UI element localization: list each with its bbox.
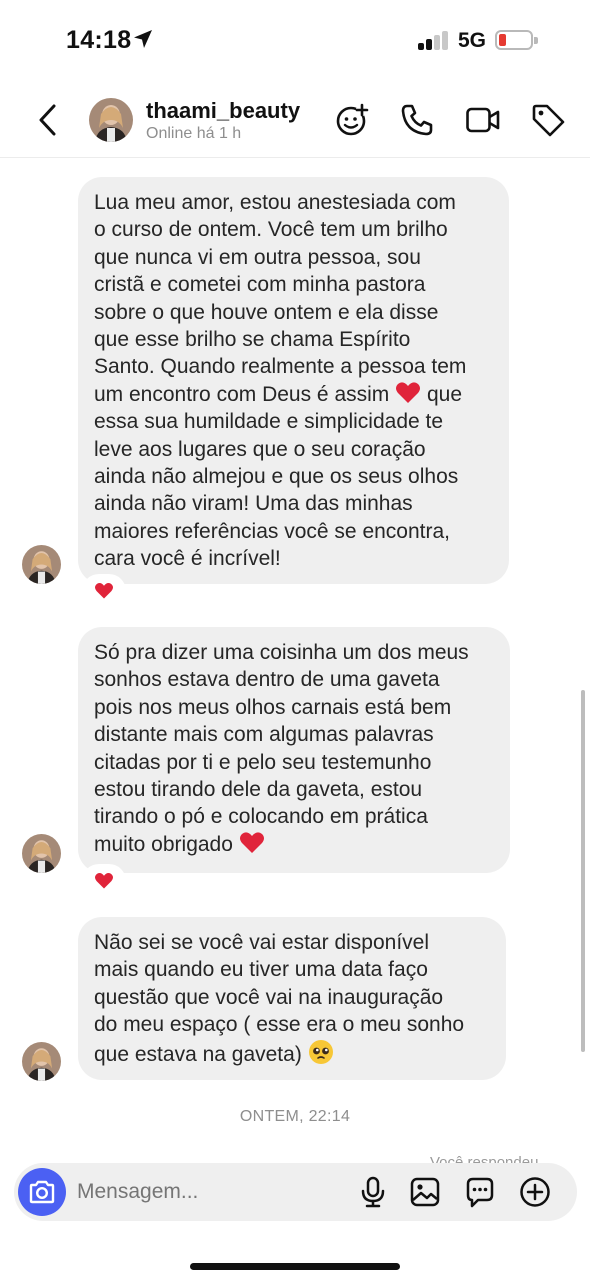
- message-line: Não sei se você vai estar disponível: [94, 931, 430, 954]
- heart-icon: [95, 583, 113, 599]
- camera-icon: [29, 1180, 55, 1204]
- message-line: Santo. Quando realmente a pessoa tem: [94, 355, 467, 379]
- message-line: Lua meu amor, estou anestesiada com: [94, 191, 456, 214]
- avatar[interactable]: [22, 1042, 61, 1081]
- message-input[interactable]: [77, 1180, 297, 1204]
- message-line: o curso de ontem. Você tem um brilho: [94, 218, 448, 242]
- sparkle-face-icon[interactable]: [334, 102, 370, 138]
- status-time: 14:18: [66, 26, 132, 54]
- message-line: sobre o que houve ontem e ela disse: [94, 300, 439, 324]
- presence-status: Online há 1 h: [146, 125, 242, 142]
- message-line: citadas por ti e pelo seu testemunho: [94, 750, 432, 774]
- message-line: mais quando eu tiver uma data faço: [94, 958, 428, 982]
- video-camera-icon[interactable]: [465, 102, 501, 138]
- network-label: 5G: [458, 29, 487, 52]
- battery-icon: [495, 30, 538, 50]
- message-line: ainda não viram! Uma das minhas: [94, 492, 413, 516]
- message-line: tirando o pó e colocando em prática: [94, 805, 428, 829]
- message-line-text: um encontro com Deus é assim: [94, 382, 390, 406]
- message-bubble[interactable]: Só pra dizer uma coisinha um dos meus so…: [78, 627, 510, 873]
- location-arrow-icon: [134, 30, 152, 48]
- message-line-text: que estava na gaveta): [94, 1042, 302, 1066]
- message-line: que estava na gaveta): [94, 1039, 490, 1068]
- message-line: muito obrigado: [94, 831, 494, 858]
- heart-icon: [95, 873, 113, 889]
- image-icon[interactable]: [409, 1176, 441, 1208]
- message-line: sonhos estava dentro de uma gaveta: [94, 668, 440, 692]
- message-line: Só pra dizer uma coisinha um dos meus: [94, 641, 469, 664]
- message-bubble[interactable]: Lua meu amor, estou anestesiada com o cu…: [78, 177, 509, 584]
- reaction-heart[interactable]: [84, 576, 124, 606]
- camera-button[interactable]: [18, 1168, 66, 1216]
- chevron-left-icon[interactable]: [34, 102, 64, 138]
- message-line-text: muito obrigado: [94, 832, 233, 856]
- heart-emoji-icon: [239, 832, 264, 853]
- microphone-icon[interactable]: [357, 1176, 389, 1208]
- message-line: essa sua humildade e simplicidade te: [94, 410, 444, 434]
- message-line: cara você é incrível!: [94, 547, 281, 571]
- message-line: um encontro com Deus é assim que: [94, 381, 493, 408]
- message-line-tail: que: [426, 382, 463, 406]
- message-line: leve aos lugares que o seu coração: [94, 437, 426, 461]
- message-line: que esse brilho se chama Espírito: [94, 328, 411, 352]
- message-line: que nunca vi em outra pessoa, sou: [94, 245, 421, 269]
- heart-emoji-icon: [396, 382, 421, 403]
- message-line: maiores referências você se encontra,: [94, 519, 451, 543]
- pleading-face-emoji-icon: [308, 1039, 333, 1064]
- home-indicator: [190, 1263, 400, 1270]
- chat-username[interactable]: thaami_beauty: [146, 98, 300, 124]
- message-line: pois nos meus olhos carnais está bem: [94, 695, 452, 719]
- message-line: do meu espaço ( esse era o meu sonho: [94, 1013, 465, 1037]
- message-composer: [14, 1163, 577, 1221]
- message-line: estou tirando dele da gaveta, estou: [94, 778, 423, 802]
- scrollbar-thumb[interactable]: [581, 690, 585, 1052]
- chat-header: thaami_beauty Online há 1 h: [0, 84, 590, 158]
- status-bar: 14:18 5G: [0, 0, 590, 80]
- message-line: questão que você vai na inauguração: [94, 985, 444, 1009]
- message-line: distante mais com algumas palavras: [94, 723, 434, 747]
- chat-bubble-icon[interactable]: [464, 1176, 496, 1208]
- avatar[interactable]: [22, 545, 61, 584]
- plus-circle-icon[interactable]: [519, 1176, 551, 1208]
- phone-icon[interactable]: [399, 102, 435, 138]
- message-bubble[interactable]: Não sei se você vai estar disponível mai…: [78, 917, 506, 1080]
- tag-icon[interactable]: [530, 102, 566, 138]
- message-line: ainda não almejou e que os seus olhos: [94, 465, 459, 489]
- message-line: cristã e cometei com minha pastora: [94, 273, 426, 297]
- signal-icon: [418, 30, 452, 50]
- avatar[interactable]: [89, 98, 133, 142]
- avatar[interactable]: [22, 834, 61, 873]
- reaction-heart[interactable]: [84, 866, 124, 896]
- message-timestamp: ONTEM, 22:14: [239, 1108, 351, 1125]
